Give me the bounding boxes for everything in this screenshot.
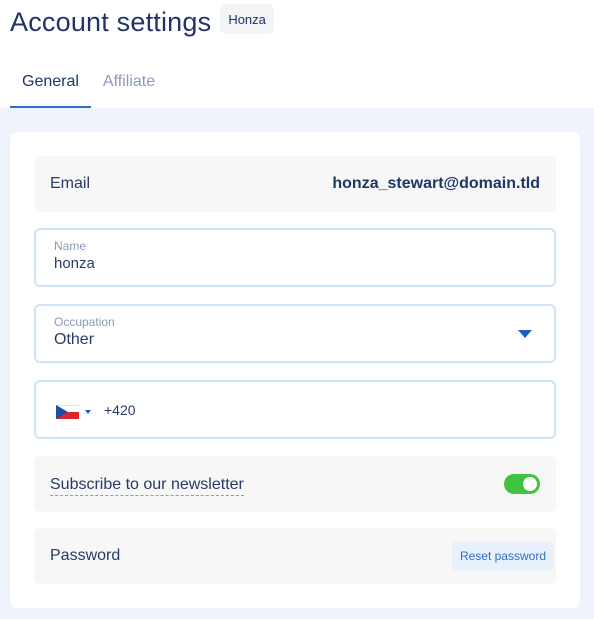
czech-flag-icon[interactable]	[56, 405, 79, 419]
email-value: honza_stewart@domain.tld	[332, 175, 540, 192]
name-field[interactable]: Name honza	[34, 228, 556, 287]
password-label: Password	[50, 547, 121, 564]
occupation-value[interactable]: Other	[54, 330, 536, 350]
tab-affiliate[interactable]: Affiliate	[91, 56, 167, 108]
page-title: Account settings	[10, 7, 212, 37]
reset-password-button[interactable]: Reset password	[451, 541, 554, 571]
settings-card: Email honza_stewart@domain.tld Name honz…	[10, 132, 580, 608]
newsletter-toggle[interactable]	[504, 474, 540, 494]
phone-input[interactable]: +420	[104, 402, 136, 418]
password-row: Password Reset password	[34, 528, 556, 584]
name-field-label: Name	[54, 239, 87, 253]
country-dropdown-caret-icon[interactable]	[85, 410, 91, 414]
toggle-knob	[523, 477, 537, 491]
newsletter-row: Subscribe to our newsletter	[34, 456, 556, 512]
tab-bar: General Affiliate	[10, 56, 167, 108]
name-input[interactable]: honza	[54, 254, 536, 274]
occupation-select[interactable]: Occupation Other	[34, 304, 556, 363]
email-row: Email honza_stewart@domain.tld	[34, 156, 556, 212]
page-header: Account settings Honza	[10, 0, 594, 44]
tab-general[interactable]: General	[10, 56, 91, 108]
newsletter-label: Subscribe to our newsletter	[50, 476, 244, 496]
chevron-down-icon[interactable]	[518, 330, 532, 338]
user-badge: Honza	[220, 4, 274, 34]
occupation-field-label: Occupation	[54, 315, 115, 329]
email-label: Email	[50, 175, 91, 192]
phone-field[interactable]: +420	[34, 380, 556, 439]
